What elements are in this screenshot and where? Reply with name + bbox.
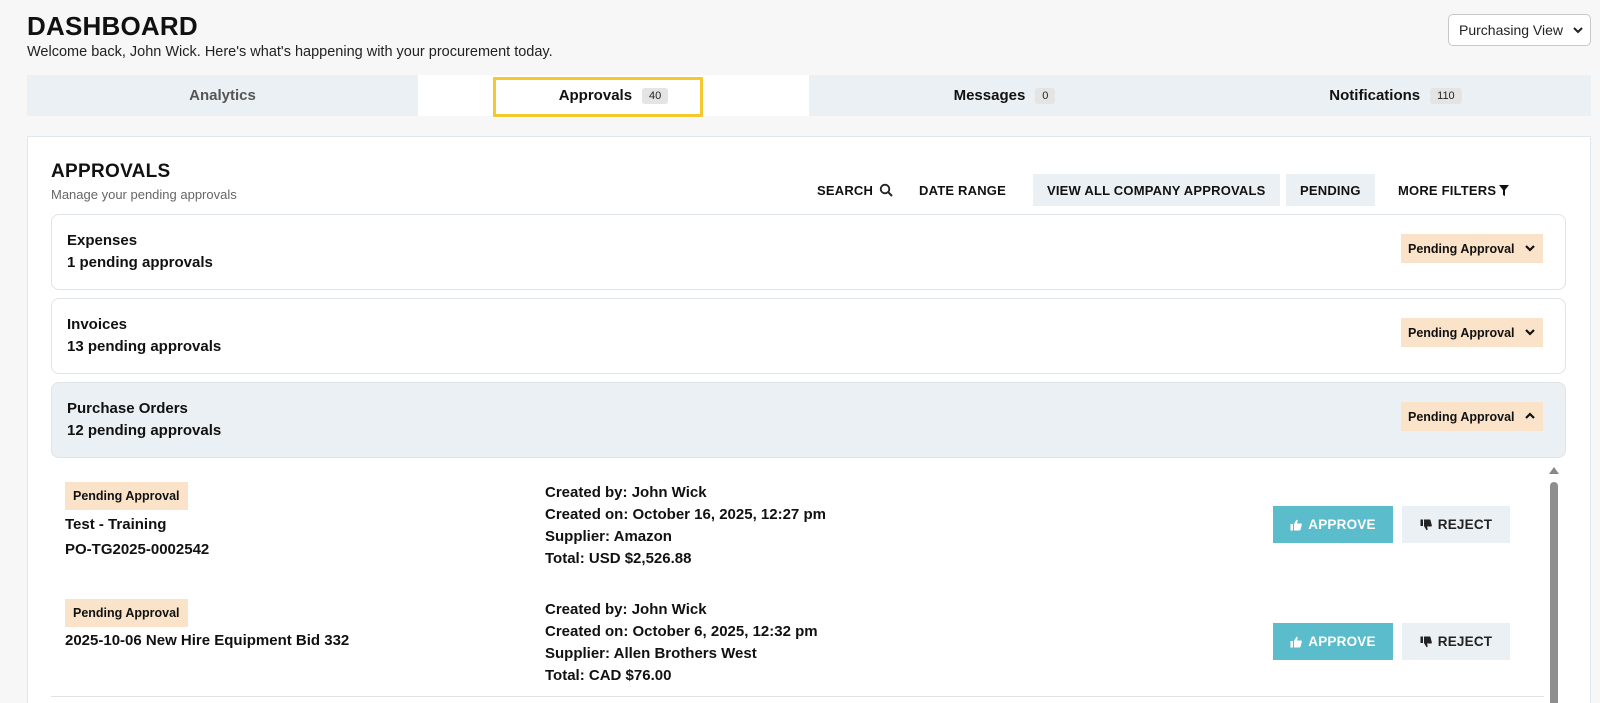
group-count: 13 pending approvals: [67, 338, 222, 355]
created-on: Created on: October 16, 2025, 12:27 pm: [545, 506, 826, 523]
date-range-button[interactable]: DATE RANGE: [919, 174, 1006, 206]
approval-group-expenses[interactable]: Expenses 1 pending approvals Pending App…: [51, 214, 1566, 290]
section-subtitle: Manage your pending approvals: [51, 187, 237, 202]
search-icon: [879, 183, 893, 197]
po-number: PO-TG2025-0002542: [65, 541, 210, 558]
po-details: Created by: John Wick Created on: Octobe…: [545, 482, 826, 570]
tab-approvals[interactable]: Approvals 40: [418, 75, 809, 117]
view-all-company-approvals-button[interactable]: VIEW ALL COMPANY APPROVALS: [1033, 174, 1280, 206]
focus-ring: [493, 77, 703, 117]
group-title: Expenses: [67, 232, 138, 249]
tab-bar: Analytics Approvals 40 Messages 0 Notifi…: [27, 75, 1591, 117]
total: Total: CAD $76.00: [545, 667, 672, 684]
group-title: Invoices: [67, 316, 128, 333]
tab-label: Messages: [953, 87, 1026, 104]
total: Total: USD $2,526.88: [545, 550, 692, 567]
group-count: 12 pending approvals: [67, 422, 222, 439]
tab-messages[interactable]: Messages 0: [809, 75, 1200, 116]
scroll-up-arrow-icon[interactable]: [1549, 467, 1559, 474]
reject-label: REJECT: [1437, 517, 1493, 532]
approve-button[interactable]: APPROVE: [1273, 623, 1393, 660]
approve-label: APPROVE: [1308, 517, 1376, 532]
status-dropdown[interactable]: Pending Approval: [1401, 318, 1543, 347]
chevron-up-icon: [1525, 412, 1535, 419]
reject-button[interactable]: REJECT: [1402, 623, 1510, 660]
approvals-panel: APPROVALS Manage your pending approvals …: [27, 136, 1591, 703]
reject-label: REJECT: [1437, 634, 1493, 649]
status-dropdown[interactable]: Pending Approval: [1401, 402, 1543, 431]
scrollbar-thumb[interactable]: [1550, 482, 1558, 703]
approve-label: APPROVE: [1308, 634, 1376, 649]
supplier: Supplier: Allen Brothers West: [545, 645, 757, 662]
supplier: Supplier: Amazon: [545, 528, 672, 545]
tab-analytics[interactable]: Analytics: [27, 75, 418, 116]
created-on: Created on: October 6, 2025, 12:32 pm: [545, 623, 818, 640]
date-range-label: DATE RANGE: [919, 182, 1006, 198]
thumbs-up-icon: [1290, 636, 1303, 647]
search-label: SEARCH: [817, 182, 874, 198]
thumbs-down-icon: [1420, 519, 1432, 530]
approval-row: Pending Approval 2025-10-06 New Hire Equ…: [51, 579, 1544, 697]
scrollbar[interactable]: [1546, 467, 1560, 703]
view-select[interactable]: Purchasing View: [1448, 14, 1591, 46]
thumbs-up-icon: [1290, 519, 1303, 530]
view-select-value: Purchasing View: [1459, 22, 1564, 38]
group-count: 1 pending approvals: [67, 254, 213, 271]
status-dropdown[interactable]: Pending Approval: [1401, 234, 1543, 263]
view-all-label: VIEW ALL COMPANY APPROVALS: [1047, 182, 1266, 198]
welcome-message: Welcome back, John Wick. Here's what's h…: [27, 44, 553, 60]
count-badge: 0: [1035, 87, 1056, 104]
tab-label: Analytics: [189, 87, 256, 104]
chevron-down-icon: [1525, 245, 1535, 252]
po-details: Created by: John Wick Created on: Octobe…: [545, 599, 818, 687]
search-button[interactable]: SEARCH: [817, 174, 893, 206]
pending-label: PENDING: [1300, 182, 1361, 198]
more-filters-label: MORE FILTERS: [1398, 182, 1497, 198]
group-title: Purchase Orders: [67, 400, 188, 417]
tab-label: Notifications: [1329, 87, 1421, 104]
status-badge: Pending Approval: [65, 482, 188, 510]
approval-group-purchase-orders[interactable]: Purchase Orders 12 pending approvals Pen…: [51, 382, 1566, 458]
pending-filter-button[interactable]: PENDING: [1286, 174, 1375, 206]
created-by: Created by: John Wick: [545, 484, 707, 501]
section-title: APPROVALS: [51, 161, 171, 182]
status-badge: Pending Approval: [65, 599, 188, 627]
approval-group-invoices[interactable]: Invoices 13 pending approvals Pending Ap…: [51, 298, 1566, 374]
status-label: Pending Approval: [1408, 325, 1515, 340]
tab-notifications[interactable]: Notifications 110: [1200, 75, 1591, 116]
status-label: Pending Approval: [1408, 409, 1515, 424]
page-title: DASHBOARD: [27, 11, 198, 41]
status-label: Pending Approval: [1408, 241, 1515, 256]
created-by: Created by: John Wick: [545, 601, 707, 618]
po-title: 2025-10-06 New Hire Equipment Bid 332: [65, 632, 350, 649]
more-filters-button[interactable]: MORE FILTERS: [1398, 174, 1510, 206]
reject-button[interactable]: REJECT: [1402, 506, 1510, 543]
chevron-down-icon: [1573, 27, 1583, 34]
chevron-down-icon: [1525, 329, 1535, 336]
approval-row: Pending Approval Test - Training PO-TG20…: [51, 462, 1544, 580]
filter-icon: [1499, 184, 1510, 196]
count-badge: 110: [1430, 87, 1462, 104]
thumbs-down-icon: [1420, 636, 1432, 647]
po-title: Test - Training: [65, 516, 167, 533]
approve-button[interactable]: APPROVE: [1273, 506, 1393, 543]
